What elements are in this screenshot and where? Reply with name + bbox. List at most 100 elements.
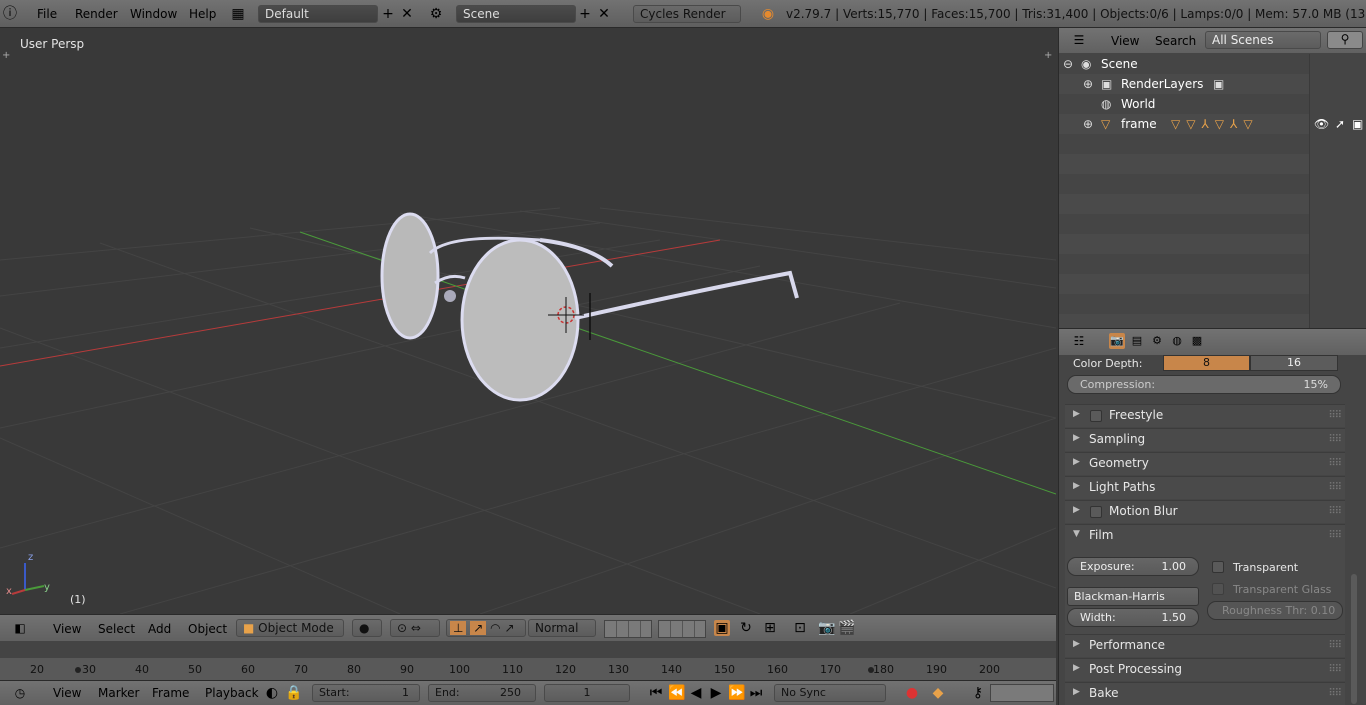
keying-set-field[interactable] (990, 684, 1054, 702)
panel-geometry[interactable]: ▶ Geometry ⠿⠿ (1065, 452, 1345, 475)
outliner-row-renderlayers[interactable]: ⊕ ▣ RenderLayers ▣ (1059, 74, 1309, 94)
panel-performance[interactable]: ▶ Performance ⠿⠿ (1065, 634, 1345, 657)
properties-region-toggle-icon[interactable]: + (1044, 50, 1052, 61)
outliner-menu-search[interactable]: Search (1155, 34, 1196, 48)
view3d-menu-view[interactable]: View (53, 622, 81, 636)
roughness-threshold-field[interactable]: Roughness Thr: 0.10 (1207, 601, 1343, 620)
drag-grip-icon[interactable]: ⠿⠿ (1328, 530, 1342, 541)
timeline-menu-playback[interactable]: Playback (205, 686, 259, 700)
menu-window[interactable]: Window (130, 7, 177, 21)
transparent-checkbox[interactable] (1212, 561, 1224, 573)
timeline-menu-frame[interactable]: Frame (152, 686, 189, 700)
timeline-menu-marker[interactable]: Marker (98, 686, 139, 700)
expand-arrow-icon[interactable]: ▶ (1073, 505, 1080, 515)
manipulator-toggle-icon[interactable]: ⊥ (450, 621, 467, 635)
keyframe-marker[interactable] (868, 667, 874, 673)
3d-viewport[interactable]: User Persp z y x (1) + + (0, 28, 1056, 614)
expand-arrow-icon[interactable]: ▶ (1073, 663, 1080, 673)
render-icon[interactable]: 📷 (818, 620, 835, 636)
timeline-editor-icon[interactable]: ◷ (12, 685, 28, 701)
close-layout-icon[interactable]: ✕ (399, 6, 415, 22)
world-tab-icon[interactable]: ◍ (1169, 333, 1185, 349)
toolshelf-toggle-icon[interactable]: + (2, 50, 10, 61)
record-icon[interactable]: ● (904, 685, 920, 701)
outliner[interactable]: ☰ View Search All Scenes ⚲ ⊖ ◉ Scene ⊕ ▣… (1058, 28, 1366, 328)
scene-field[interactable]: Scene (456, 5, 576, 23)
color-depth-option-16[interactable]: 16 (1250, 355, 1338, 371)
screen-layout-icon[interactable]: ▦ (230, 6, 246, 22)
mode-select[interactable]: ■ Object Mode (236, 619, 344, 637)
preview-range-icon[interactable]: ◐ (264, 685, 280, 701)
drag-grip-icon[interactable]: ⠿⠿ (1328, 410, 1342, 421)
view3d-menu-select[interactable]: Select (98, 622, 135, 636)
collapse-icon[interactable]: ⊖ (1063, 57, 1073, 71)
timeline[interactable]: 20 30 40 50 60 70 80 90 100 110 120 130 … (0, 641, 1056, 680)
pixel-filter-select[interactable]: Blackman-Harris (1067, 587, 1199, 606)
timeline-ruler[interactable]: 20 30 40 50 60 70 80 90 100 110 120 130 … (0, 658, 1056, 680)
menu-help[interactable]: Help (189, 7, 216, 21)
menu-file[interactable]: File (37, 7, 57, 21)
render-layers-tab-icon[interactable]: ▤ (1129, 333, 1145, 349)
opengl-render-icon[interactable]: 🎬 (838, 620, 855, 636)
compression-slider[interactable]: Compression: 15% (1067, 375, 1341, 394)
filter-width-field[interactable]: Width: 1.50 (1067, 608, 1199, 627)
view3d-menu-object[interactable]: Object (188, 622, 227, 636)
jump-end-icon[interactable]: ⏭ (748, 685, 764, 701)
layers-group-2[interactable] (658, 620, 706, 638)
layers-group-1[interactable] (604, 620, 652, 638)
panel-film[interactable]: ▼ Film ⠿⠿ Exposure: 1.00 Transparent Tra… (1065, 524, 1345, 634)
expand-arrow-icon[interactable]: ▶ (1073, 639, 1080, 649)
pivot-select[interactable]: ⊙ ⇔ (390, 619, 440, 637)
view3d-menu-add[interactable]: Add (148, 622, 171, 636)
properties-scrollbar[interactable] (1351, 574, 1357, 704)
properties-editor-icon[interactable]: ☷ (1071, 333, 1087, 349)
drag-grip-icon[interactable]: ⠿⠿ (1328, 688, 1342, 699)
manipulator-group[interactable]: ⊥ ↗ ◠ ↗ (446, 619, 526, 637)
next-keyframe-icon[interactable]: ⏩ (728, 685, 745, 701)
scene-icon[interactable]: ⚙ (428, 6, 444, 22)
properties-editor[interactable]: ☷ 📷 ▤ ⚙ ◍ ▩ Color Depth: 8 16 Compressio… (1058, 328, 1366, 705)
drag-grip-icon[interactable]: ⠿⠿ (1328, 506, 1342, 517)
panel-sampling[interactable]: ▶ Sampling ⠿⠿ (1065, 428, 1345, 451)
play-icon[interactable]: ▶ (708, 685, 724, 701)
expand-arrow-icon[interactable]: ▶ (1073, 481, 1080, 491)
drag-grip-icon[interactable]: ⠿⠿ (1328, 664, 1342, 675)
lock-range-icon[interactable]: 🔒 (285, 685, 302, 701)
outliner-row-world[interactable]: ◍ World (1059, 94, 1309, 114)
screen-layout-field[interactable]: Default (258, 5, 378, 23)
freestyle-checkbox[interactable] (1090, 410, 1102, 422)
expand-arrow-icon[interactable]: ▶ (1073, 457, 1080, 467)
outliner-row-scene[interactable]: ⊖ ◉ Scene (1059, 54, 1309, 74)
exposure-field[interactable]: Exposure: 1.00 (1067, 557, 1199, 576)
play-reverse-icon[interactable]: ◀ (688, 685, 704, 701)
snap-target-icon[interactable]: ⊡ (792, 620, 808, 636)
drag-grip-icon[interactable]: ⠿⠿ (1328, 458, 1342, 469)
proportional-edit-icon[interactable]: ↻ (738, 620, 754, 636)
panel-post-processing[interactable]: ▶ Post Processing ⠿⠿ (1065, 658, 1345, 681)
search-icon[interactable]: ⚲ (1327, 31, 1363, 49)
outliner-menu-view[interactable]: View (1111, 34, 1139, 48)
scene-tab-icon[interactable]: ⚙ (1149, 333, 1165, 349)
texture-tab-icon[interactable]: ▩ (1189, 333, 1205, 349)
scale-icon[interactable]: ↗ (504, 621, 514, 635)
timeline-menu-view[interactable]: View (53, 686, 81, 700)
jump-start-icon[interactable]: ⏮ (648, 685, 664, 701)
info-editor-icon[interactable]: ⓘ (2, 6, 18, 22)
expand-icon[interactable]: ⊕ (1083, 117, 1093, 131)
expand-arrow-icon[interactable]: ▶ (1073, 687, 1080, 697)
collapse-arrow-icon[interactable]: ▼ (1073, 529, 1080, 539)
snap-icon[interactable]: ⊞ (762, 620, 778, 636)
drag-grip-icon[interactable]: ⠿⠿ (1328, 482, 1342, 493)
color-depth-option-8[interactable]: 8 (1163, 355, 1250, 371)
render-engine-select[interactable]: Cycles Render (633, 5, 741, 23)
keyframe-marker[interactable] (75, 667, 81, 673)
selectable-cursor-icon[interactable]: ➚ (1335, 117, 1345, 131)
viewport-shading-select[interactable]: ● (352, 619, 382, 637)
translate-icon[interactable]: ↗ (470, 621, 487, 635)
panel-bake[interactable]: ▶ Bake ⠿⠿ (1065, 682, 1345, 705)
insert-keyframe-icon[interactable]: ⚷ (970, 685, 986, 701)
expand-icon[interactable]: ⊕ (1083, 77, 1093, 91)
start-frame-field[interactable]: Start: 1 (312, 684, 420, 702)
render-tab-icon[interactable]: 📷 (1109, 333, 1125, 349)
transform-orientation-select[interactable]: Normal (528, 619, 596, 637)
